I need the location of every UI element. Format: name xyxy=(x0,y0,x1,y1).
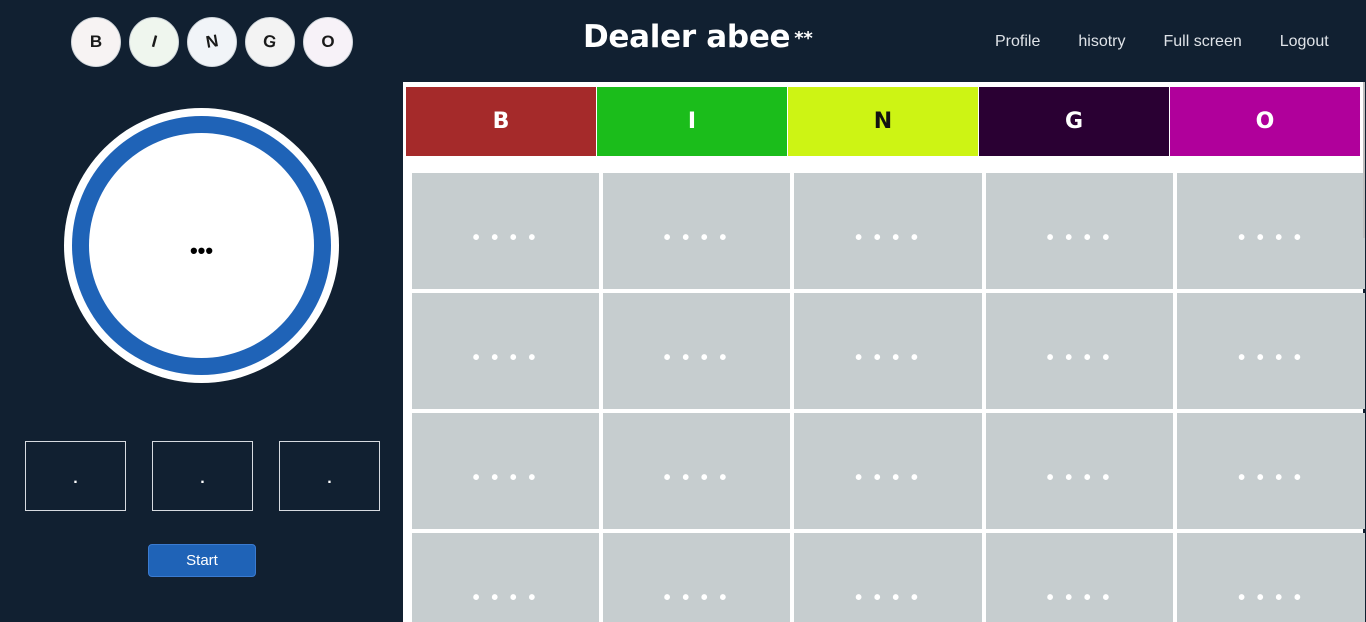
board-cell[interactable]: • • • • xyxy=(412,173,599,289)
board-cell[interactable]: • • • • xyxy=(1177,533,1365,622)
board-cell[interactable]: • • • • xyxy=(986,413,1173,529)
column-header-i: I xyxy=(597,87,788,156)
bingo-board: BINGO • • • • • • • • • • • • • • • • • • • … xyxy=(403,82,1365,622)
board-cell[interactable]: • • • • xyxy=(1177,413,1365,529)
page-title: Dealer abee ** xyxy=(583,19,813,55)
column-header-g: G xyxy=(979,87,1170,156)
recent-call-box: . xyxy=(152,441,253,511)
current-ball-ring: ••• xyxy=(72,116,331,375)
board-cell[interactable]: • • • • xyxy=(412,413,599,529)
column-header-b: B xyxy=(406,87,597,156)
logo-ball-o: O xyxy=(303,17,353,67)
current-ball-value: ••• xyxy=(89,133,314,358)
board-cell[interactable]: • • • • xyxy=(986,173,1173,289)
board-cell[interactable]: • • • • xyxy=(603,413,790,529)
bingo-logo: B I N G O xyxy=(71,17,353,67)
dealer-page: B I N G O Dealer abee ** Profile hisotry … xyxy=(0,0,1366,622)
board-cell[interactable]: • • • • xyxy=(794,533,982,622)
nav-logout-link[interactable]: Logout xyxy=(1280,33,1329,51)
board-header: BINGO xyxy=(406,87,1361,156)
column-header-n: N xyxy=(788,87,979,156)
column-header-o: O xyxy=(1170,87,1361,156)
dealer-stars: ** xyxy=(794,28,813,49)
logo-letter: I xyxy=(149,31,159,52)
board-cell[interactable]: • • • • xyxy=(986,533,1173,622)
dealer-name: Dealer abee xyxy=(583,19,791,55)
recent-calls: . . . xyxy=(25,441,380,511)
board-cell[interactable]: • • • • xyxy=(1177,173,1365,289)
logo-ball-b: B xyxy=(71,17,121,67)
board-cell[interactable]: • • • • xyxy=(412,533,599,622)
board-cell[interactable]: • • • • xyxy=(603,173,790,289)
logo-ball-n: N xyxy=(187,17,237,67)
board-cell[interactable]: • • • • xyxy=(412,293,599,409)
board-cell[interactable]: • • • • xyxy=(794,413,982,529)
logo-ball-i: I xyxy=(129,17,179,67)
logo-letter: G xyxy=(261,31,279,53)
board-cell[interactable]: • • • • xyxy=(794,173,982,289)
top-nav: Profile hisotry Full screen Logout xyxy=(995,33,1329,51)
logo-letter: B xyxy=(89,32,103,51)
start-button[interactable]: Start xyxy=(148,544,256,577)
logo-letter: O xyxy=(321,32,335,51)
scrollbar[interactable] xyxy=(1363,82,1365,238)
recent-call-box: . xyxy=(279,441,380,511)
nav-fullscreen-link[interactable]: Full screen xyxy=(1163,33,1241,51)
current-ball-display: ••• xyxy=(64,108,339,383)
board-cell[interactable]: • • • • xyxy=(603,293,790,409)
nav-profile-link[interactable]: Profile xyxy=(995,33,1040,51)
board-cell[interactable]: • • • • xyxy=(794,293,982,409)
board-cell[interactable]: • • • • xyxy=(603,533,790,622)
board-cell[interactable]: • • • • xyxy=(1177,293,1365,409)
board-grid: • • • • • • • • • • • • • • • • • • • • • • •… xyxy=(412,173,1365,622)
board-cell[interactable]: • • • • xyxy=(986,293,1173,409)
logo-letter: N xyxy=(204,31,220,52)
recent-call-box: . xyxy=(25,441,126,511)
nav-history-link[interactable]: hisotry xyxy=(1078,33,1125,51)
logo-ball-g: G xyxy=(245,17,295,67)
